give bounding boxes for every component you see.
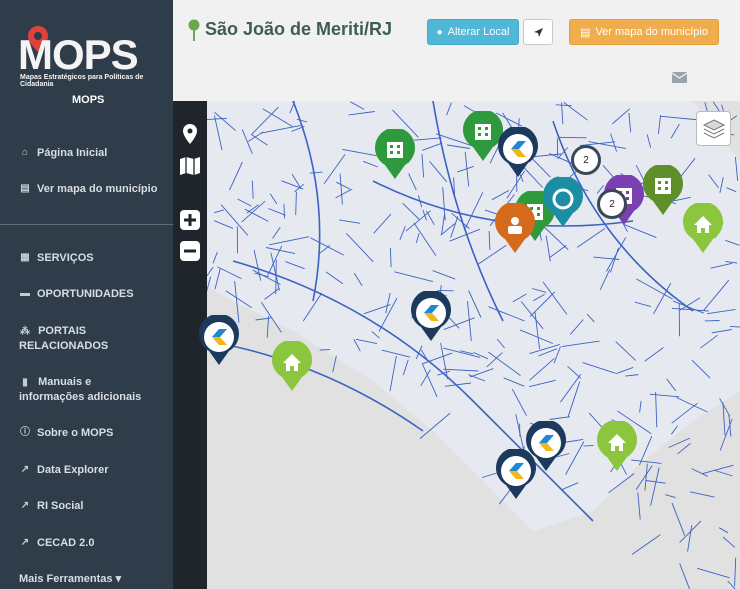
sidebar-item-manuais[interactable]: ▮ Manuais e informações adicionais [19, 375, 159, 404]
external-link-icon: ↗ [20, 464, 30, 475]
sidebar-item-label: OPORTUNIDADES [37, 288, 134, 300]
map-tool-button[interactable] [179, 155, 201, 177]
sidebar-item-label: Manuais e informações adicionais [19, 376, 142, 403]
sidebar-item-mais-ferramentas[interactable]: Mais Ferramentas ▾ [19, 572, 159, 586]
plus-icon [180, 210, 200, 230]
sidebar-item-label: SERVIÇOS [37, 252, 94, 264]
cras-icon [411, 289, 451, 341]
ver-mapa-label: Ver mapa do município [595, 26, 708, 38]
page-title: São João de Meriti/RJ [205, 19, 393, 39]
sidebar-item-servicos[interactable]: ▦ SERVIÇOS [19, 251, 159, 265]
envelope-icon[interactable] [672, 72, 687, 83]
map-view[interactable]: 2 2 [173, 101, 740, 589]
external-link-icon: ↗ [20, 537, 30, 548]
sidebar-item-label: Data Explorer [37, 464, 109, 476]
sidebar-item-sobre[interactable]: ⓘ Sobre o MOPS [19, 426, 159, 440]
home-icon: ⌂ [21, 147, 29, 158]
sidebar-item-ver-mapa[interactable]: ▤ Ver mapa do município [19, 182, 159, 196]
external-link-icon: ↗ [20, 500, 30, 511]
alterar-local-label: Alterar Local [447, 26, 510, 38]
info-icon: ⓘ [20, 427, 30, 438]
sidebar: MOPS Mapas Estratégicos para Políticas d… [0, 0, 173, 589]
sidebar-item-label: PORTAIS RELACIONADOS [19, 325, 109, 352]
housing-icon [272, 339, 312, 391]
cluster-count: 2 [583, 154, 589, 166]
worker-icon [495, 201, 535, 253]
marker-cluster[interactable]: 2 [571, 145, 601, 175]
sidebar-item-label: Ver mapa do município [37, 183, 158, 195]
service-marker[interactable] [542, 175, 584, 234]
page-header: São João de Meriti/RJ ● Alterar Local ▤ … [173, 0, 740, 101]
building-marker[interactable] [642, 163, 684, 222]
logo-tagline: Mapas Estratégicos para Políticas de Cid… [20, 74, 144, 88]
sitemap-icon: ⁂ [20, 326, 30, 337]
cras-icon [199, 313, 239, 365]
cras-icon [496, 447, 536, 499]
logo-subtitle: MOPS [72, 94, 105, 106]
layers-button[interactable] [696, 111, 731, 146]
housing-marker[interactable] [682, 201, 724, 260]
housing-marker[interactable] [271, 339, 313, 398]
marker-tool-button[interactable] [179, 123, 201, 145]
cras-marker[interactable] [497, 125, 539, 184]
map-icon: ▤ [580, 26, 591, 39]
sidebar-item-oportunidades[interactable]: ▬ OPORTUNIDADES [19, 287, 159, 301]
map-icon: ▤ [20, 183, 30, 194]
worker-marker[interactable] [494, 201, 536, 260]
sidebar-item-label: Mais Ferramentas ▾ [19, 573, 122, 585]
briefcase-icon: ▬ [20, 288, 30, 299]
sidebar-item-cecad[interactable]: ↗ CECAD 2.0 [19, 536, 159, 550]
sidebar-divider [0, 224, 173, 225]
zoom-out-button[interactable] [179, 240, 201, 262]
cluster-count: 2 [609, 198, 615, 210]
sidebar-item-pagina-inicial[interactable]: ⌂ Página Inicial [19, 146, 159, 160]
zoom-in-button[interactable] [179, 209, 201, 231]
location-pin-icon [188, 19, 200, 41]
housing-marker[interactable] [596, 419, 638, 478]
sidebar-item-label: CECAD 2.0 [37, 537, 95, 549]
alterar-local-button[interactable]: ● Alterar Local [427, 19, 519, 45]
book-icon: ▮ [22, 377, 28, 388]
sidebar-item-label: Sobre o MOPS [37, 427, 114, 439]
housing-icon [683, 201, 723, 253]
ver-mapa-button[interactable]: ▤ Ver mapa do município [569, 19, 719, 45]
cras-marker[interactable] [495, 447, 537, 506]
housing-icon [597, 419, 637, 471]
sidebar-item-label: RI Social [37, 500, 84, 512]
sidebar-item-portais[interactable]: ⁂ PORTAIS RELACIONADOS [19, 324, 159, 353]
map-marker-icon [183, 124, 197, 144]
service-icon [543, 175, 583, 227]
cras-marker[interactable] [410, 289, 452, 348]
mops-logo[interactable]: MOPS Mapas Estratégicos para Políticas d… [18, 24, 168, 106]
sidebar-item-ri-social[interactable]: ↗ RI Social [19, 499, 159, 513]
folded-map-icon [180, 157, 200, 175]
sidebar-item-label: Página Inicial [37, 147, 108, 159]
location-arrow-icon [533, 27, 543, 37]
grid-icon: ▦ [20, 252, 30, 263]
layers-icon [702, 118, 725, 139]
building-icon [643, 163, 683, 215]
cras-icon [498, 125, 538, 177]
map-marker-icon: ● [436, 26, 443, 38]
building-marker[interactable] [374, 127, 416, 186]
building-icon [375, 127, 415, 179]
marker-cluster[interactable]: 2 [597, 189, 627, 219]
logo-wordmark: MOPS [18, 31, 139, 78]
locate-me-button[interactable] [523, 19, 553, 45]
cras-marker[interactable] [198, 313, 240, 372]
minus-icon [180, 241, 200, 261]
sidebar-item-data-explorer[interactable]: ↗ Data Explorer [19, 463, 159, 477]
